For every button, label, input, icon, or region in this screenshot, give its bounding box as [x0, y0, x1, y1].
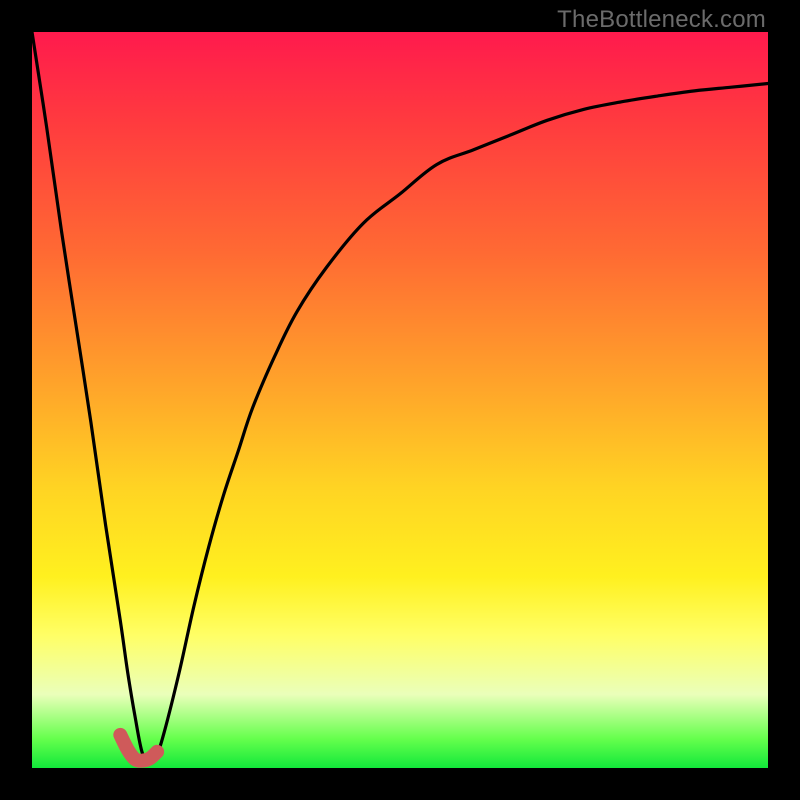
chart-overlay: [32, 32, 768, 768]
chart-frame: TheBottleneck.com: [0, 0, 800, 800]
watermark-text: TheBottleneck.com: [557, 6, 766, 34]
bottleneck-curve: [32, 32, 768, 761]
